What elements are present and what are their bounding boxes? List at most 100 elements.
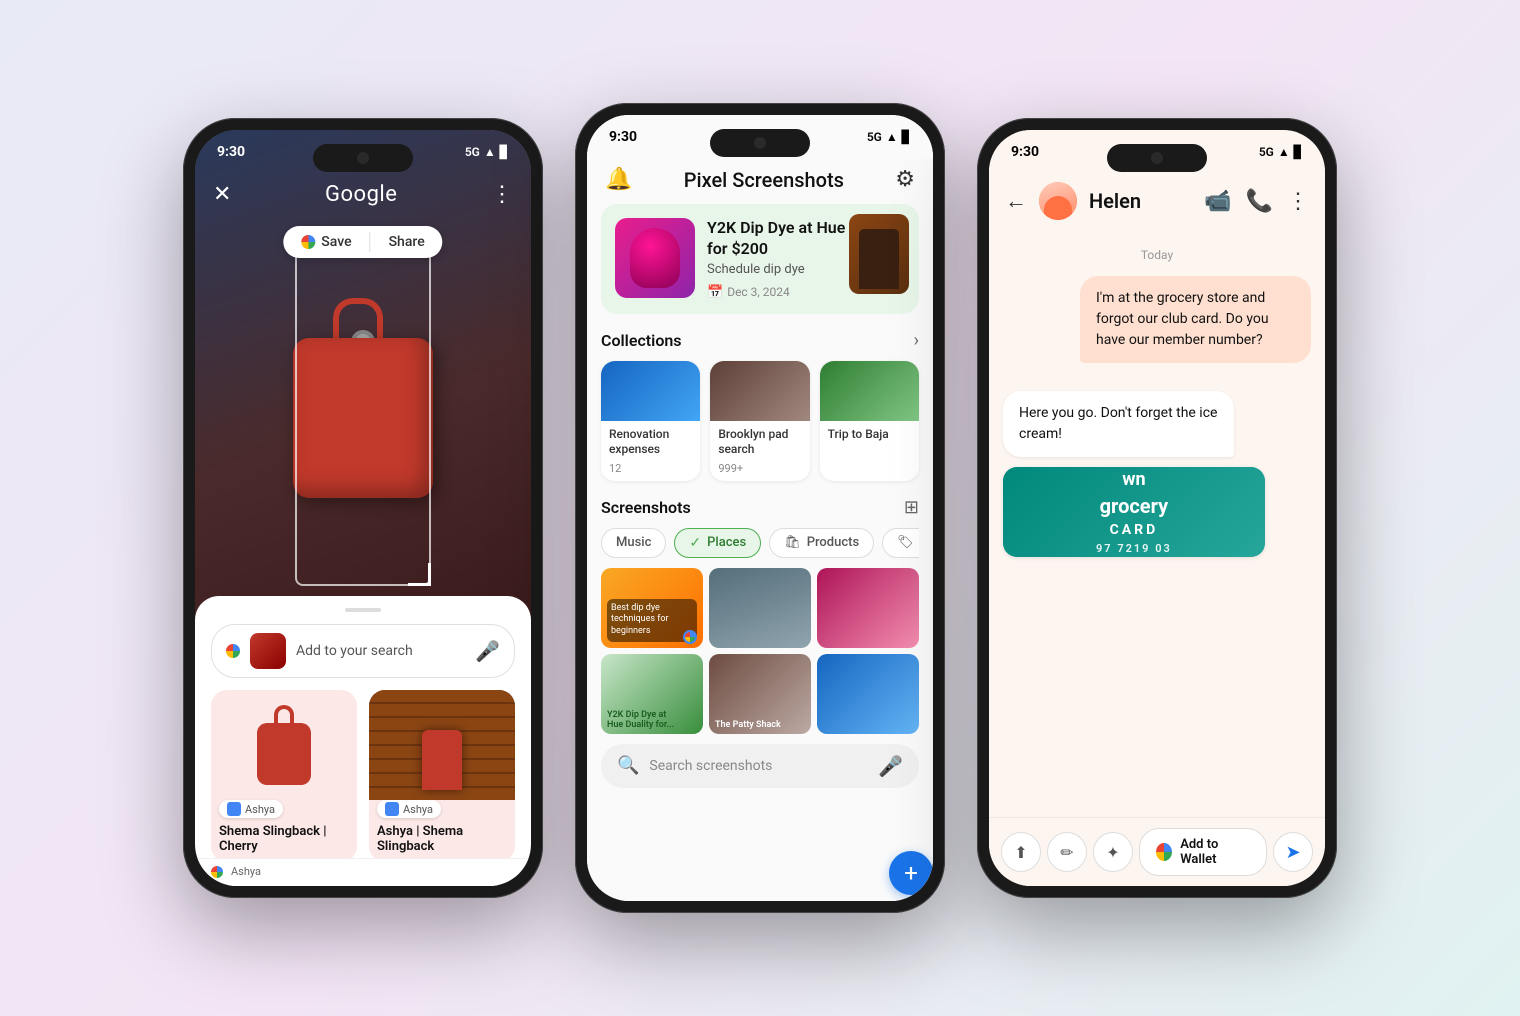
- share-icon: ⬆: [1014, 843, 1027, 862]
- result-item-2[interactable]: Ashya Ashya | Shema Slingback: [369, 690, 515, 862]
- collection-card-2[interactable]: Brooklyn pad search 999+: [710, 361, 809, 481]
- edit-action-button[interactable]: ✏: [1047, 832, 1087, 872]
- screenshots-screen: 9:30 5G ▲ ▊ 🔔 Pixel Screenshots ⚙: [587, 115, 933, 901]
- sheet-handle: [345, 608, 381, 612]
- card-text-1: wn: [1122, 469, 1145, 490]
- grid-icon[interactable]: ⊞: [904, 497, 919, 518]
- more-icon-3[interactable]: ⋮: [1287, 189, 1309, 214]
- mic-icon[interactable]: 🎤: [475, 639, 500, 663]
- source-text: Ashya: [231, 865, 261, 878]
- result-title-2: Ashya | Shema Slingback: [369, 824, 515, 862]
- send-button[interactable]: ➤: [1273, 832, 1313, 872]
- sent-message-1: Here you go. Don't forget the ice cream!: [1003, 391, 1234, 457]
- featured-card[interactable]: Y2K Dip Dye at Hue Duality for $200 Sche…: [601, 204, 919, 314]
- add-to-wallet-button[interactable]: Add to Wallet: [1139, 828, 1267, 876]
- messages-list: Today I'm at the grocery store and forgo…: [989, 232, 1325, 817]
- card-type-text: CARD: [1110, 522, 1159, 538]
- send-icon: ➤: [1285, 842, 1300, 863]
- collection-image-1: [601, 361, 700, 421]
- card-image: wn grocery CARD 97 7219 03: [1003, 467, 1265, 557]
- save-share-pill: Save Share: [283, 226, 442, 258]
- received-text-1: I'm at the grocery store and forgot our …: [1096, 290, 1269, 348]
- search-placeholder: Search screenshots: [649, 758, 868, 774]
- screenshots-search-bar[interactable]: 🔍 Search screenshots 🎤: [601, 744, 919, 788]
- video-icon[interactable]: 📹: [1204, 189, 1231, 214]
- collections-list: Renovation expenses 12 Brooklyn pad sear…: [601, 361, 919, 481]
- signal-icon-2: ▲: [886, 130, 898, 144]
- collection-count-3: [820, 446, 919, 452]
- mic-icon-2[interactable]: 🎤: [878, 754, 903, 778]
- screenshot-thumb-3[interactable]: [817, 568, 919, 648]
- screenshot-thumb-4[interactable]: Y2K Dip Dye atHue Duality for...: [601, 654, 703, 734]
- google-icon: [226, 644, 240, 658]
- screenshot-thumb-5[interactable]: The Patty Shack: [709, 654, 811, 734]
- collection-count-1: 12: [601, 462, 700, 481]
- phone-icon[interactable]: 📞: [1246, 189, 1273, 214]
- status-icons-2: 5G ▲ ▊: [867, 130, 911, 144]
- collection-label-3: Trip to Baja: [820, 421, 919, 447]
- phone-3: 9:30 5G ▲ ▊ ← Helen 📹 📞: [977, 118, 1337, 898]
- date-separator: Today: [1003, 248, 1311, 262]
- chip-music-label: Music: [616, 535, 651, 550]
- chip-places[interactable]: ✓ Places: [674, 528, 761, 558]
- save-label: Save: [321, 234, 351, 250]
- network-label-2: 5G: [867, 130, 882, 144]
- shop-badge-2: Ashya: [377, 800, 441, 818]
- battery-icon-3: ▊: [1294, 145, 1303, 159]
- screenshot-thumb-2[interactable]: [709, 568, 811, 648]
- tag-icon: 🏷: [897, 535, 914, 550]
- more-icon[interactable]: ⋮: [491, 182, 513, 207]
- collection-card-3[interactable]: Trip to Baja: [820, 361, 919, 481]
- card-number-text: 97 7219 03: [1096, 542, 1172, 555]
- shop-badge-1: Ashya: [219, 800, 283, 818]
- result-item-1[interactable]: Ashya Shema Slingback | Cherry: [211, 690, 357, 862]
- lens-screen: 9:30 5G ▲ ▊ ✕ Google ⋮ Save: [195, 130, 531, 886]
- camera-notch-3: [1107, 144, 1207, 172]
- card-text-2: grocery: [1100, 494, 1169, 518]
- google-wallet-icon: [1156, 843, 1172, 861]
- back-icon[interactable]: ←: [1005, 188, 1027, 214]
- shop-name-2: Ashya: [403, 803, 433, 816]
- phone-1: 9:30 5G ▲ ▊ ✕ Google ⋮ Save: [183, 118, 543, 898]
- collections-title: Collections: [601, 331, 682, 350]
- camera-notch: [313, 144, 413, 172]
- google-logo-icon: [301, 235, 315, 249]
- collection-label-1: Renovation expenses: [601, 421, 700, 462]
- screenshot-thumbnail-grid: Best dip dye techniques for beginners Y2…: [601, 568, 919, 734]
- signal-icon-1: ▲: [484, 145, 496, 159]
- close-icon[interactable]: ✕: [213, 182, 231, 207]
- network-label-1: 5G: [465, 145, 480, 159]
- share-button[interactable]: Share: [371, 226, 443, 258]
- google-logo-bottom-icon: [211, 866, 223, 878]
- messages-screen: 9:30 5G ▲ ▊ ← Helen 📹 📞: [989, 130, 1325, 886]
- save-button[interactable]: Save: [283, 226, 369, 258]
- share-action-button[interactable]: ⬆: [1001, 832, 1041, 872]
- lens-search-bar[interactable]: Add to your search 🎤: [211, 624, 515, 678]
- collection-count-2: 999+: [710, 462, 809, 481]
- collection-card-1[interactable]: Renovation expenses 12: [601, 361, 700, 481]
- add-fab[interactable]: +: [889, 851, 933, 895]
- bell-icon[interactable]: 🔔: [605, 167, 632, 192]
- star-action-button[interactable]: ✦: [1093, 832, 1133, 872]
- featured-right-image: [849, 214, 909, 294]
- featured-date-text: Dec 3, 2024: [727, 285, 790, 299]
- battery-icon-2: ▊: [902, 130, 911, 144]
- collection-label-2: Brooklyn pad search: [710, 421, 809, 462]
- screenshot-thumb-1[interactable]: Best dip dye techniques for beginners: [601, 568, 703, 648]
- screenshots-header: 🔔 Pixel Screenshots ⚙: [587, 159, 933, 204]
- status-time-1: 9:30: [217, 144, 245, 160]
- chip-products[interactable]: 🛍 Products: [769, 528, 874, 558]
- messages-header: ← Helen 📹 📞 ⋮: [989, 174, 1325, 232]
- chip-promo[interactable]: 🏷 Promo codes: [882, 528, 919, 558]
- lens-top-bar: ✕ Google ⋮: [195, 174, 531, 215]
- chip-music[interactable]: Music: [601, 528, 666, 558]
- result-image-2: [369, 690, 515, 800]
- lens-results: Ashya Shema Slingback | Cherry Ashya: [211, 690, 515, 862]
- screenshot-thumb-6[interactable]: [817, 654, 919, 734]
- collections-arrow-icon[interactable]: ›: [914, 330, 919, 351]
- status-icons-3: 5G ▲ ▊: [1259, 145, 1303, 159]
- gear-icon[interactable]: ⚙: [895, 167, 915, 192]
- network-label-3: 5G: [1259, 145, 1274, 159]
- result-title-1: Shema Slingback | Cherry: [211, 824, 357, 862]
- message-actions: ⬆ ✏ ✦ Add to Wallet ➤: [989, 817, 1325, 886]
